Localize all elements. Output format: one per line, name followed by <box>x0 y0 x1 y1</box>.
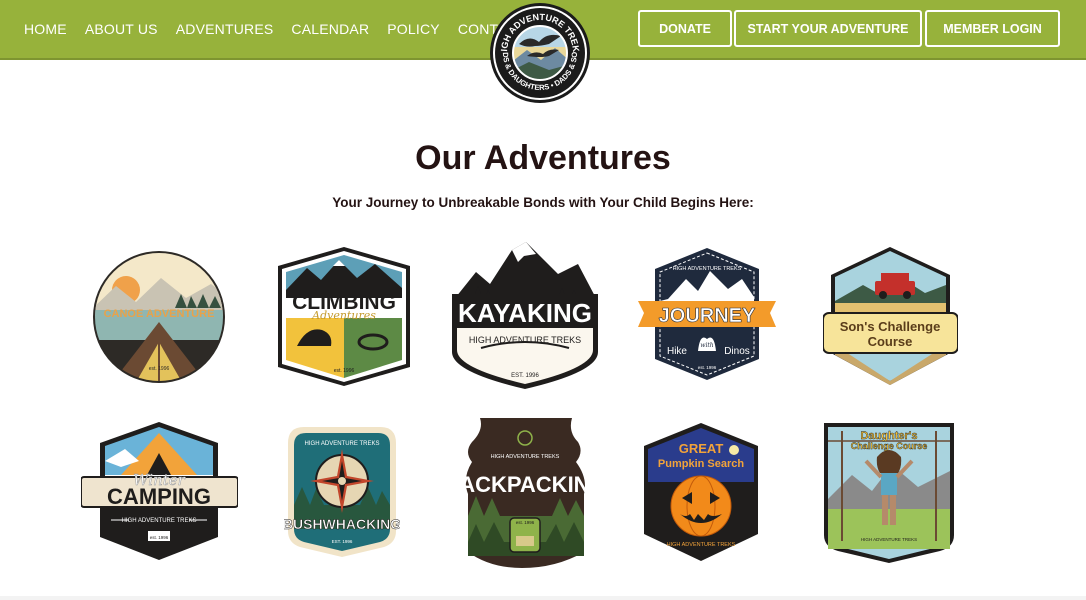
canoe-badge-est: est. 1996 <box>149 366 170 372</box>
badge-winter-camping[interactable]: CAMPING Winter HIGH ADVENTURE TREKS est.… <box>81 421 238 562</box>
canoe-badge-name: CANOE ADVENTURE <box>104 308 215 320</box>
nav-calendar[interactable]: CALENDAR <box>291 21 369 37</box>
badge-sons-challenge-course[interactable]: Son's Challenge Course <box>823 245 958 387</box>
pumpkin-badge-line2: Pumpkin Search <box>658 458 744 470</box>
sons-badge-line2: Course <box>868 334 913 349</box>
footer-edge <box>0 596 1086 600</box>
page-subtitle: Your Journey to Unbreakable Bonds with Y… <box>332 195 754 210</box>
kayaking-badge-est: EST. 1996 <box>511 373 539 379</box>
climbing-badge-est: est. 1996 <box>334 368 355 374</box>
journey-badge-with: with <box>700 342 713 349</box>
journey-badge-name: JOURNEY <box>659 305 756 327</box>
badge-climbing-adventures[interactable]: CLIMBING Adventures est. 1996 <box>277 246 411 387</box>
kayaking-badge-org: HIGH ADVENTURE TREKS <box>469 335 581 345</box>
backpacking-badge-est: est. 1996 <box>516 520 535 525</box>
pumpkin-badge-org: HIGH ADVENTURE TREKS <box>667 542 736 548</box>
nav-about-us[interactable]: ABOUT US <box>85 21 158 37</box>
badge-journey-hike-with-dinos[interactable]: JOURNEY HIGH ADVENTURE TREKS Hike with D… <box>638 247 776 381</box>
start-adventure-button[interactable]: START YOUR ADVENTURE <box>734 10 922 47</box>
bushwhacking-badge-org: HIGH ADVENTURE TREKS <box>305 441 380 447</box>
camping-badge-est: est. 1996 <box>150 535 169 540</box>
page-title: Our Adventures <box>415 139 671 177</box>
backpacking-badge-org: HIGH ADVENTURE TREKS <box>491 454 560 460</box>
member-login-button[interactable]: MEMBER LOGIN <box>925 10 1060 47</box>
kayaking-badge-name: KAYAKING <box>458 298 592 328</box>
main-nav: HOME ABOUT US ADVENTURES CALENDAR POLICY… <box>24 0 544 58</box>
nav-adventures[interactable]: ADVENTURES <box>176 21 274 37</box>
daughters-badge-line2: Challenge Course <box>851 441 928 451</box>
badge-bushwhacking[interactable]: HIGH ADVENTURE TREKS BUSHWHACKING EST. 1… <box>284 423 400 560</box>
badge-great-pumpkin-search[interactable]: GREAT Pumpkin Search HIGH ADVENTURE TREK… <box>642 422 760 562</box>
site-logo[interactable]: HIGH ADVENTURE TREKS DADS & DAUGHTERS • … <box>486 0 591 104</box>
donate-button[interactable]: DONATE <box>638 10 732 47</box>
daughters-badge-org: HIGH ADVENTURE TREKS <box>861 537 917 542</box>
journey-badge-hike: Hike <box>667 346 687 357</box>
pumpkin-badge-line1: GREAT <box>679 441 724 456</box>
bushwhacking-badge-est: EST. 1996 <box>332 539 353 544</box>
journey-badge-org: HIGH ADVENTURE TREKS <box>673 266 742 272</box>
journey-badge-est: est. 1996 <box>698 365 717 370</box>
camping-badge-script: Winter <box>133 471 186 489</box>
journey-badge-dinos: Dinos <box>724 346 750 357</box>
badge-kayaking[interactable]: KAYAKING HIGH ADVENTURE TREKS EST. 1996 <box>446 240 604 391</box>
badge-backpacking[interactable]: HIGH ADVENTURE TREKS BACKPACKING est. 19… <box>460 412 590 570</box>
nav-policy[interactable]: POLICY <box>387 21 440 37</box>
backpacking-badge-name: BACKPACKING <box>460 472 590 497</box>
bushwhacking-badge-name: BUSHWHACKING <box>284 516 400 532</box>
badge-canoe-adventure[interactable]: CANOE ADVENTURE est. 1996 <box>91 250 227 384</box>
camping-badge-org: HIGH ADVENTURE TREKS <box>122 518 197 524</box>
badge-daughters-challenge-course[interactable]: Daughter's Challenge Course HIGH ADVENTU… <box>822 421 956 565</box>
climbing-badge-script: Adventures <box>311 309 376 322</box>
nav-home[interactable]: HOME <box>24 21 67 37</box>
sons-badge-line1: Son's Challenge <box>840 319 941 334</box>
